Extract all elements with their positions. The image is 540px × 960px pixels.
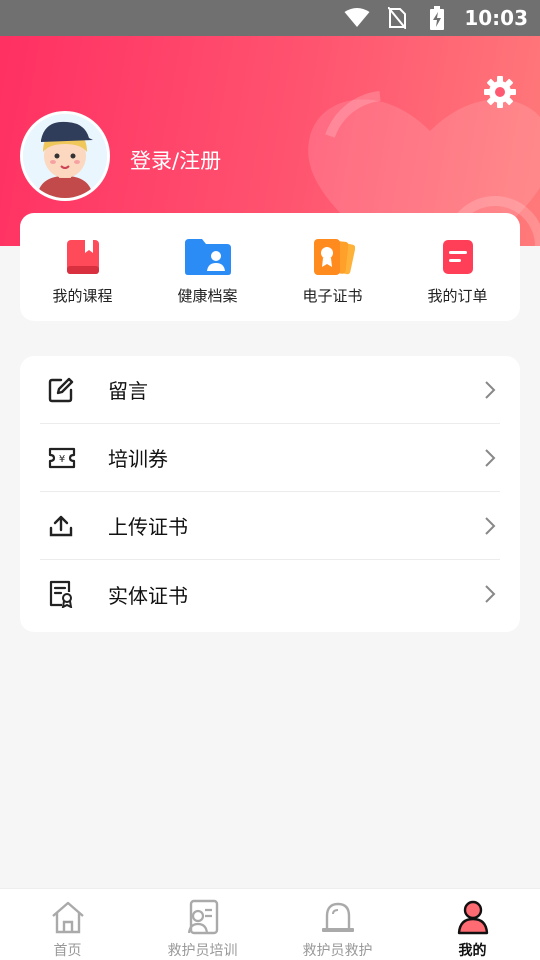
avatar-boy-icon [23, 114, 107, 198]
tab-label: 救护员救护 [302, 943, 373, 959]
alarm-light-icon [318, 897, 358, 937]
health-folder-icon [184, 237, 232, 277]
menu-item-label: 实体证书 [108, 583, 188, 608]
gear-icon [484, 76, 516, 108]
chevron-right-icon [480, 380, 500, 400]
menu-item-message[interactable]: 留言 [40, 356, 500, 424]
settings-button[interactable] [480, 72, 520, 112]
tab-rescuer-rescue[interactable]: 救护员救护 [270, 889, 405, 960]
voucher-icon: ¥ [40, 438, 88, 478]
chevron-right-icon [480, 584, 500, 604]
bottom-tab-bar: 首页 救护员培训 救护员救护 我的 [0, 888, 540, 960]
tab-label: 救护员培训 [167, 943, 238, 959]
battery-charging-icon [424, 6, 450, 30]
status-bar: 10:03 [0, 0, 540, 36]
menu-item-label: 上传证书 [108, 515, 188, 539]
quick-actions-card: 我的课程 健康档案 电子证书 我的订单 [20, 213, 520, 321]
home-icon [48, 897, 88, 937]
tab-label: 首页 [53, 943, 82, 959]
quick-action-my-orders[interactable]: 我的订单 [395, 213, 520, 321]
tab-rescuer-training[interactable]: 救护员培训 [135, 889, 270, 960]
quick-action-label: 我的订单 [427, 287, 488, 305]
upload-icon [40, 506, 88, 546]
status-time: 10:03 [464, 6, 528, 30]
wifi-icon [344, 7, 370, 29]
quick-action-my-courses[interactable]: 我的课程 [20, 213, 145, 321]
tab-label: 我的 [458, 943, 487, 959]
course-book-icon [59, 237, 107, 277]
edit-message-icon [40, 370, 88, 410]
quick-action-label: 健康档案 [177, 287, 238, 305]
quick-action-health-records[interactable]: 健康档案 [145, 213, 270, 321]
menu-item-upload-certificate[interactable]: 上传证书 [40, 492, 500, 560]
login-register-link[interactable]: 登录/注册 [130, 145, 221, 175]
e-certificate-icon [309, 237, 357, 277]
tab-home[interactable]: 首页 [0, 889, 135, 960]
no-sim-icon [384, 7, 410, 29]
person-icon [453, 897, 493, 937]
certificate-document-icon [40, 574, 88, 614]
quick-action-label: 电子证书 [302, 287, 363, 305]
menu-item-label: 培训券 [108, 447, 168, 471]
menu-item-label: 留言 [108, 379, 148, 403]
chevron-right-icon [480, 516, 500, 536]
chevron-right-icon [480, 448, 500, 468]
menu-list: 留言 ¥ 培训券 上传证书 实体证书 [20, 356, 520, 632]
svg-text:¥: ¥ [59, 454, 65, 465]
quick-action-label: 我的课程 [52, 287, 113, 305]
avatar[interactable] [20, 111, 110, 201]
quick-action-e-certificate[interactable]: 电子证书 [270, 213, 395, 321]
order-icon [434, 237, 482, 277]
training-icon [183, 897, 223, 937]
menu-item-physical-certificate[interactable]: 实体证书 [40, 560, 500, 628]
tab-mine[interactable]: 我的 [405, 889, 540, 960]
menu-item-training-voucher[interactable]: ¥ 培训券 [40, 424, 500, 492]
